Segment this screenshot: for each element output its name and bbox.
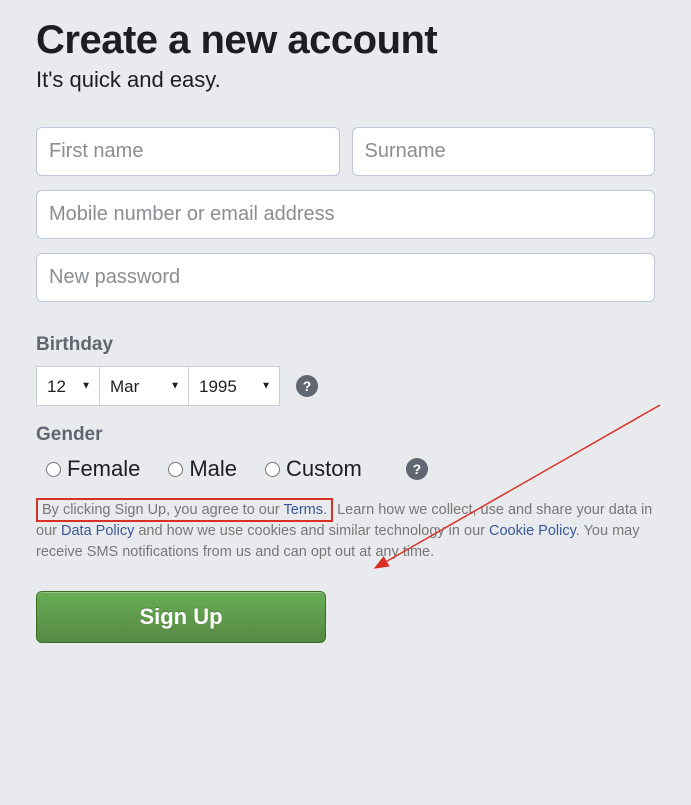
terms-text: By clicking Sign Up, you agree to our Te… <box>36 500 655 563</box>
terms-learn2: and how we use cookies and similar techn… <box>134 523 489 539</box>
gender-label: Gender <box>36 424 655 446</box>
help-icon[interactable]: ? <box>406 458 428 480</box>
gender-option-male[interactable]: Male <box>168 456 237 482</box>
gender-male-label: Male <box>189 456 237 482</box>
data-policy-link[interactable]: Data Policy <box>61 523 134 539</box>
gender-option-female[interactable]: Female <box>46 456 140 482</box>
birthday-row: 12 Mar 1995 ? <box>36 366 655 406</box>
page-subtitle: It's quick and easy. <box>36 67 655 93</box>
gender-option-custom[interactable]: Custom <box>265 456 362 482</box>
birthday-label: Birthday <box>36 334 655 356</box>
birthday-month-select[interactable]: Mar <box>99 366 189 406</box>
name-row <box>36 127 655 176</box>
terms-highlight-box: By clicking Sign Up, you agree to our Te… <box>36 498 333 522</box>
gender-custom-label: Custom <box>286 456 362 482</box>
gender-female-label: Female <box>67 456 140 482</box>
terms-period: . <box>323 502 327 518</box>
cookie-policy-link[interactable]: Cookie Policy <box>489 523 576 539</box>
surname-field[interactable] <box>352 127 656 176</box>
page-title: Create a new account <box>36 18 655 63</box>
help-icon[interactable]: ? <box>296 375 318 397</box>
radio-female[interactable] <box>46 462 61 477</box>
terms-link[interactable]: Terms <box>284 502 323 518</box>
radio-custom[interactable] <box>265 462 280 477</box>
gender-row: Female Male Custom ? <box>36 456 655 482</box>
radio-male[interactable] <box>168 462 183 477</box>
contact-field[interactable] <box>36 190 655 239</box>
signup-button[interactable]: Sign Up <box>36 591 326 643</box>
birthday-year-select[interactable]: 1995 <box>188 366 280 406</box>
first-name-field[interactable] <box>36 127 340 176</box>
terms-prefix: By clicking Sign Up, you agree to our <box>42 502 284 518</box>
birthday-day-select[interactable]: 12 <box>36 366 100 406</box>
password-field[interactable] <box>36 253 655 302</box>
